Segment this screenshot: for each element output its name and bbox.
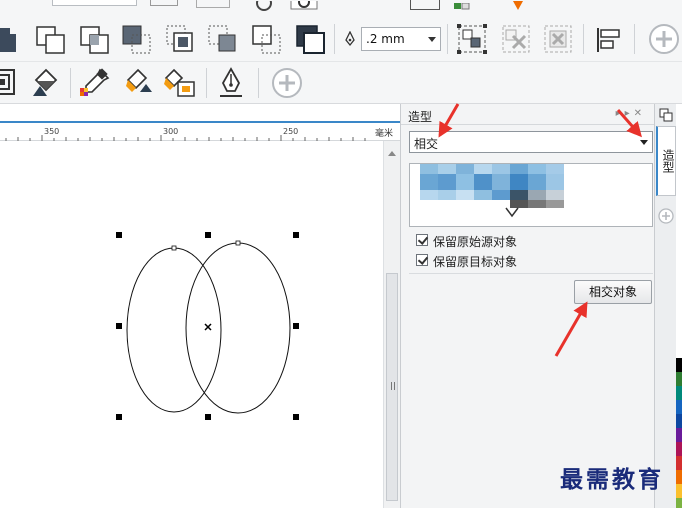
shape-operation-select[interactable]: 相交 (409, 131, 653, 153)
toolbar-remnant-icon[interactable] (290, 0, 320, 10)
scroll-up-arrow-icon[interactable] (388, 151, 396, 156)
font-field-remnant[interactable] (52, 0, 137, 6)
palette-swatch[interactable] (676, 358, 682, 372)
scroll-grip-icon (391, 382, 395, 390)
center-marker (204, 323, 212, 331)
ruler-ticks (5, 135, 366, 141)
drawing-objects (116, 232, 299, 420)
palette-swatch[interactable] (676, 442, 682, 456)
palette-swatch[interactable] (676, 498, 682, 508)
add-button-icon[interactable] (270, 66, 304, 100)
drawing-canvas[interactable] (0, 141, 400, 508)
docker-tab-strip: 造型 (654, 104, 676, 508)
boundary-filled-icon[interactable] (294, 22, 328, 56)
toolbar-remnant-icon[interactable] (510, 0, 526, 10)
divider (409, 273, 653, 274)
toolbar-remnant-icon[interactable] (240, 0, 274, 11)
eyedropper-icon[interactable] (78, 66, 112, 100)
toolbar-remnant-icon[interactable] (150, 0, 178, 6)
simplify-icon[interactable] (120, 22, 154, 56)
toolbar-separator (206, 68, 207, 98)
trim-icon[interactable] (34, 22, 68, 56)
toolbar-separator (634, 24, 635, 54)
tab-shaping-label: 造型 (661, 149, 675, 173)
palette-swatch[interactable] (676, 386, 682, 400)
palette-swatch[interactable] (676, 484, 682, 498)
ruler-unit: 毫米 (375, 129, 394, 139)
blurred-preview-image (420, 164, 564, 218)
intersect-icon[interactable] (78, 22, 112, 56)
toolbar-separator (334, 24, 335, 54)
shaping-tab-icon (659, 108, 673, 122)
shape-operation-value: 相交 (414, 137, 439, 151)
palette-swatch[interactable] (676, 414, 682, 428)
left-ellipse[interactable] (126, 247, 222, 413)
palette-swatch[interactable] (676, 428, 682, 442)
toolbar-separator (447, 24, 448, 54)
node-handle[interactable] (171, 245, 177, 251)
pen-tool-icon[interactable] (214, 66, 248, 100)
ungroup-icon[interactable] (499, 22, 533, 56)
ruler-label: 250 (283, 127, 299, 136)
contour-icon[interactable] (0, 66, 22, 100)
add-docker-icon[interactable] (658, 208, 674, 224)
ruler-label: 350 (44, 127, 60, 136)
palette-swatch[interactable] (676, 372, 682, 386)
weld-icon[interactable] (0, 22, 22, 56)
toolbar-remnant-icon[interactable] (454, 0, 470, 10)
palette-swatch[interactable] (676, 456, 682, 470)
outline-width-select[interactable]: .2 mm (361, 27, 441, 51)
toolbar-separator (258, 68, 259, 98)
keep-source-checkbox[interactable] (416, 234, 428, 246)
tab-shaping[interactable]: 造型 (656, 126, 676, 196)
palette-swatch[interactable] (676, 344, 682, 358)
toolbox-row (0, 62, 682, 104)
docker-controls[interactable]: ▸▸✕ (616, 108, 646, 119)
toolbar-remnant-icon[interactable] (410, 0, 440, 10)
chevron-down-icon (640, 140, 648, 145)
horizontal-ruler[interactable]: 350 300 250 毫米 (0, 121, 400, 141)
fill-bucket-icon[interactable] (28, 66, 62, 100)
toolbar-remnant-icon[interactable] (196, 0, 230, 8)
keep-target-checkbox[interactable] (416, 254, 428, 266)
add-button-icon[interactable] (647, 22, 681, 56)
right-ellipse[interactable] (185, 242, 291, 414)
scroll-thumb[interactable] (386, 273, 398, 501)
create-boundary-icon[interactable] (250, 22, 284, 56)
attributes-eyedropper-icon[interactable] (122, 66, 156, 100)
toolbar-separator (70, 68, 71, 98)
ruler-label: 300 (163, 127, 179, 136)
outline-width-value: .2 mm (366, 32, 405, 46)
palette-swatch[interactable] (676, 400, 682, 414)
chevron-down-icon (428, 37, 436, 42)
smart-fill-icon[interactable] (164, 66, 198, 100)
vertical-scrollbar[interactable] (383, 141, 400, 508)
keep-source-label: 保留原始源对象 (433, 235, 518, 249)
outline-pen-icon (345, 31, 355, 47)
watermark: 最需教育 (560, 466, 664, 493)
docker-title: 造型 (408, 110, 433, 124)
operation-preview (409, 163, 653, 227)
keep-target-label: 保留原目标对象 (433, 255, 518, 269)
ungroup-all-icon[interactable] (541, 22, 575, 56)
divider (401, 124, 655, 125)
shaping-docker: 造型 ▸▸✕ 相交 保留原始源对象 保留原目标对象 相交对象 (400, 104, 655, 508)
back-minus-front-icon[interactable] (206, 22, 240, 56)
intersect-with-button[interactable]: 相交对象 (574, 280, 652, 304)
node-handle[interactable] (235, 240, 241, 246)
toolbar-separator (583, 24, 584, 54)
front-minus-back-icon[interactable] (164, 22, 198, 56)
color-palette (676, 104, 682, 508)
property-bar: .2 mm (0, 0, 682, 62)
palette-swatch[interactable] (676, 470, 682, 484)
group-objects-icon[interactable] (455, 22, 489, 56)
align-distribute-icon[interactable] (592, 22, 626, 56)
